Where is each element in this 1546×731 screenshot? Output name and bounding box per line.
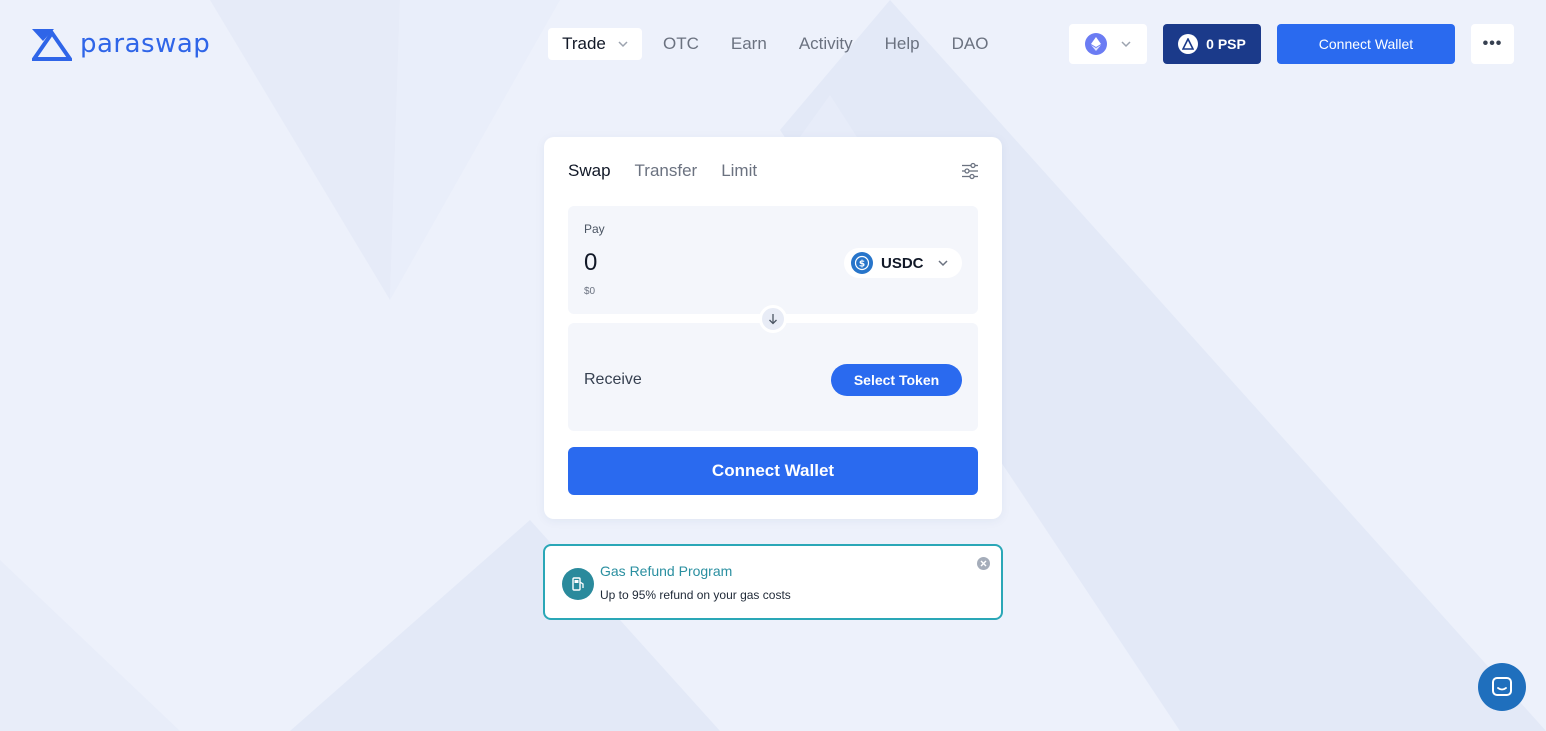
chevron-down-icon	[618, 41, 628, 48]
top-header: paraswap Trade OTC Earn Activity Help DA…	[0, 0, 1546, 88]
nav-trade-dropdown[interactable]: Trade	[548, 28, 642, 60]
arrow-down-icon	[769, 314, 777, 325]
gas-refund-title: Gas Refund Program	[600, 563, 733, 579]
connect-wallet-button[interactable]: Connect Wallet	[568, 447, 978, 495]
receive-label: Receive	[584, 371, 642, 388]
pay-amount-input[interactable]: 0	[584, 249, 597, 277]
ethereum-icon	[1085, 33, 1107, 55]
tab-limit[interactable]: Limit	[721, 161, 757, 181]
usdc-token-icon: $	[851, 252, 873, 274]
nav-earn[interactable]: Earn	[731, 34, 767, 54]
nav-activity[interactable]: Activity	[799, 34, 853, 54]
settings-sliders-icon[interactable]	[961, 162, 979, 180]
svg-text:$: $	[859, 260, 865, 270]
support-chat-button[interactable]	[1478, 663, 1526, 711]
pay-token-symbol: USDC	[881, 254, 924, 272]
psp-token-icon	[1178, 34, 1199, 54]
psp-balance-label: 0 PSP	[1206, 36, 1246, 52]
pay-panel: Pay 0 $0 $ USDC	[568, 206, 978, 314]
psp-balance-button[interactable]: 0 PSP	[1163, 24, 1261, 64]
main-nav: Trade OTC Earn Activity Help DAO	[548, 28, 988, 60]
close-icon[interactable]	[977, 557, 990, 570]
swap-tabs: Swap Transfer Limit	[568, 161, 757, 181]
network-selector[interactable]	[1069, 24, 1147, 64]
header-connect-wallet-button[interactable]: Connect Wallet	[1277, 24, 1455, 64]
more-options-button[interactable]: •••	[1471, 24, 1514, 64]
nav-dao[interactable]: DAO	[952, 34, 989, 54]
chevron-down-icon	[1121, 41, 1131, 48]
pay-label: Pay	[584, 222, 605, 236]
chevron-down-icon	[937, 260, 948, 267]
nav-help[interactable]: Help	[885, 34, 920, 54]
swap-direction-button[interactable]	[759, 305, 787, 333]
chat-icon	[1492, 677, 1512, 696]
swap-card: Swap Transfer Limit Pay 0 $0 $ USDC Rece…	[544, 137, 1002, 519]
tab-swap[interactable]: Swap	[568, 161, 611, 181]
select-token-button[interactable]: Select Token	[831, 364, 962, 396]
gas-refund-subtitle: Up to 95% refund on your gas costs	[600, 588, 791, 602]
receive-panel: Receive Select Token	[568, 323, 978, 431]
pay-usd-value: $0	[584, 286, 596, 297]
paraswap-logo-icon	[32, 29, 72, 61]
gas-pump-icon	[562, 568, 594, 600]
nav-trade-label: Trade	[562, 34, 606, 53]
gas-refund-banner[interactable]: Gas Refund Program Up to 95% refund on y…	[543, 544, 1003, 620]
brand-name: paraswap	[80, 29, 211, 59]
nav-otc[interactable]: OTC	[663, 34, 699, 54]
pay-token-selector[interactable]: $ USDC	[844, 248, 962, 278]
tab-transfer[interactable]: Transfer	[635, 161, 698, 181]
paraswap-logo[interactable]: paraswap	[32, 27, 210, 61]
